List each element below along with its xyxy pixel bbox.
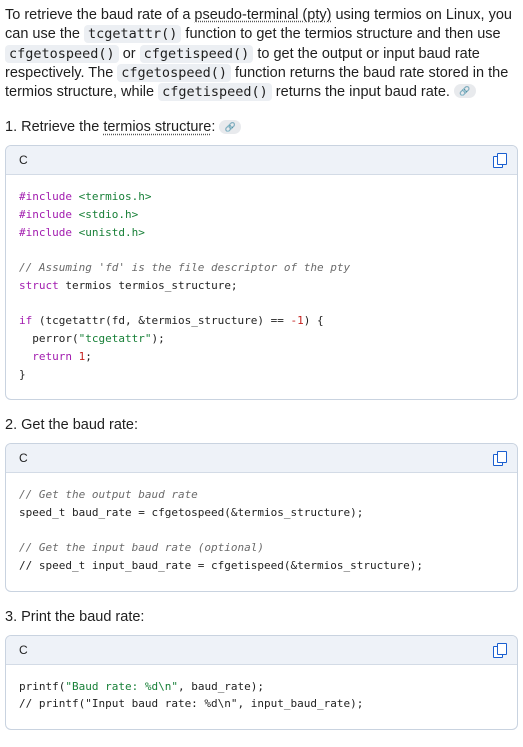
inline-code: cfgetospeed()	[5, 44, 119, 63]
step-heading-3: 3. Print the baud rate:	[5, 608, 145, 625]
code-block-header: C	[6, 444, 517, 474]
intro-text: or	[118, 45, 140, 62]
copy-icon[interactable]	[493, 451, 507, 467]
code-block: C #include <termios.h> #include <stdio.h…	[5, 145, 518, 401]
intro-text: returns the input baud rate.	[271, 84, 454, 101]
code-content: // Get the output baud rate speed_t baud…	[19, 488, 423, 573]
step-heading-2: 2. Get the baud rate:	[5, 417, 139, 434]
copy-icon[interactable]	[493, 642, 507, 658]
term-pseudo-terminal[interactable]: pseudo-terminal (pty)	[194, 7, 331, 23]
inline-code: cfgetispeed()	[158, 83, 272, 102]
code-block: C // Get the output baud rate speed_t ba…	[5, 443, 518, 592]
code-language-label: C	[19, 451, 28, 466]
term-termios-structure[interactable]: termios structure	[103, 119, 211, 135]
intro-text: function to get the termios structure an…	[181, 26, 501, 43]
step-heading-1: 1. Retrieve the termios structure: 🔗	[5, 118, 518, 136]
code-block: C printf("Baud rate: %d\n", baud_rate); …	[5, 634, 518, 731]
source-link-icon[interactable]: 🔗	[453, 84, 476, 99]
inline-code: tcgetattr()	[84, 25, 182, 44]
code-language-label: C	[19, 642, 28, 657]
intro-paragraph: To retrieve the baud rate of a pseudo-te…	[5, 6, 518, 102]
code-language-label: C	[19, 153, 28, 168]
code-block-header: C	[6, 146, 517, 176]
copy-icon[interactable]	[493, 153, 507, 169]
code-block-header: C	[6, 635, 517, 665]
inline-code: cfgetospeed()	[117, 63, 231, 82]
response-content: To retrieve the baud rate of a pseudo-te…	[0, 0, 523, 731]
code-content: #include <termios.h> #include <stdio.h> …	[19, 190, 351, 381]
source-link-icon[interactable]: 🔗	[219, 119, 242, 134]
inline-code: cfgetispeed()	[139, 44, 254, 63]
intro-text: To retrieve the baud rate of a	[5, 7, 195, 23]
code-content: printf("Baud rate: %d\n", baud_rate); //…	[19, 679, 364, 711]
